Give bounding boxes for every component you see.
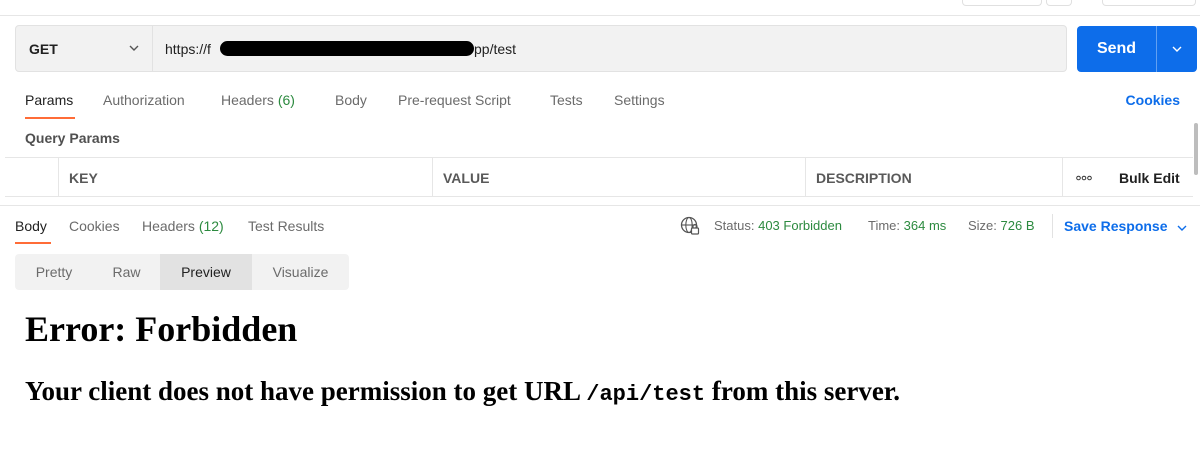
- url-prefix: https://f: [165, 40, 211, 57]
- view-mode-selector: Pretty Raw Preview Visualize: [15, 254, 349, 290]
- chevron-down-icon: [129, 45, 139, 51]
- tab-authorization[interactable]: Authorization: [103, 92, 185, 108]
- chevron-down-icon[interactable]: [1176, 222, 1188, 234]
- error-heading: Error: Forbidden: [25, 309, 298, 349]
- more-options-button[interactable]: [1062, 158, 1104, 197]
- more-horizontal-icon: [1075, 175, 1092, 180]
- time-value: 364 ms: [903, 218, 947, 233]
- chevron-down-icon: [1172, 46, 1182, 52]
- error-url: /api/test: [586, 381, 706, 407]
- size-readout[interactable]: Size: 726 B: [968, 218, 1035, 233]
- size-value: 726 B: [1000, 218, 1035, 233]
- error-message: Your client does not have permission to …: [25, 375, 901, 407]
- status-label: Status:: [714, 218, 755, 233]
- save-response-button[interactable]: Save Response: [1064, 218, 1168, 234]
- bulk-edit-button[interactable]: Bulk Edit: [1104, 158, 1193, 197]
- query-params-title: Query Params: [25, 130, 120, 146]
- send-button[interactable]: Send: [1077, 26, 1156, 72]
- tab-params[interactable]: Params: [25, 92, 73, 108]
- status-value: 403 Forbidden: [758, 218, 842, 233]
- tab-tests[interactable]: Tests: [550, 92, 583, 108]
- size-label: Size:: [968, 218, 997, 233]
- column-header-key: KEY: [58, 158, 432, 197]
- view-mode-visualize[interactable]: Visualize: [252, 254, 349, 290]
- tab-settings[interactable]: Settings: [614, 92, 665, 108]
- time-readout[interactable]: Time: 364 ms: [868, 218, 946, 233]
- view-mode-pretty[interactable]: Pretty: [15, 254, 93, 290]
- checkbox-column: [5, 158, 58, 197]
- response-tab-body[interactable]: Body: [15, 218, 47, 234]
- toolbar-divider: [1052, 214, 1053, 238]
- tab-pre-request-script[interactable]: Pre-request Script: [398, 92, 511, 108]
- send-button-group: Send: [1077, 26, 1197, 72]
- method-select[interactable]: GET: [16, 26, 153, 71]
- top-toolbar-strip: [0, 0, 1200, 16]
- status-readout[interactable]: Status: 403 Forbidden: [714, 218, 842, 233]
- url-redaction: [220, 41, 474, 56]
- request-bar: GET https://f pp/test: [15, 25, 1067, 72]
- url-input[interactable]: https://f pp/test: [153, 26, 1066, 71]
- pane-divider[interactable]: [0, 205, 1200, 206]
- response-tab-headers[interactable]: Headers (12): [142, 218, 224, 234]
- response-tab-test-results[interactable]: Test Results: [248, 218, 324, 234]
- response-tab-cookies[interactable]: Cookies: [69, 218, 120, 234]
- active-response-tab-indicator: [15, 242, 51, 244]
- cookies-link[interactable]: Cookies: [1126, 92, 1180, 108]
- tab-body[interactable]: Body: [335, 92, 367, 108]
- globe-lock-icon[interactable]: [680, 216, 700, 236]
- request-tabs: Params Authorization Headers (6) Body Pr…: [0, 86, 1200, 120]
- time-label: Time:: [868, 218, 901, 233]
- url-suffix: pp/test: [474, 40, 517, 57]
- send-options-button[interactable]: [1157, 26, 1197, 72]
- view-mode-raw[interactable]: Raw: [93, 254, 160, 290]
- toolbar-button-partial[interactable]: [1102, 0, 1196, 6]
- toolbar-button-partial[interactable]: [1046, 0, 1072, 6]
- method-label: GET: [29, 40, 58, 57]
- response-preview: Error: Forbidden Your client does not ha…: [25, 309, 1185, 407]
- toolbar-button-partial[interactable]: [962, 0, 1042, 6]
- headers-count: (6): [277, 92, 295, 108]
- query-params-table: KEY VALUE DESCRIPTION Bulk Edit: [5, 157, 1193, 197]
- column-header-value: VALUE: [432, 158, 805, 197]
- active-tab-indicator: [25, 117, 75, 119]
- tab-headers[interactable]: Headers (6): [221, 92, 295, 108]
- view-mode-preview[interactable]: Preview: [160, 254, 252, 290]
- response-headers-count: (12): [198, 218, 224, 234]
- scrollbar-thumb[interactable]: [1194, 123, 1198, 175]
- column-header-description: DESCRIPTION: [805, 158, 1062, 197]
